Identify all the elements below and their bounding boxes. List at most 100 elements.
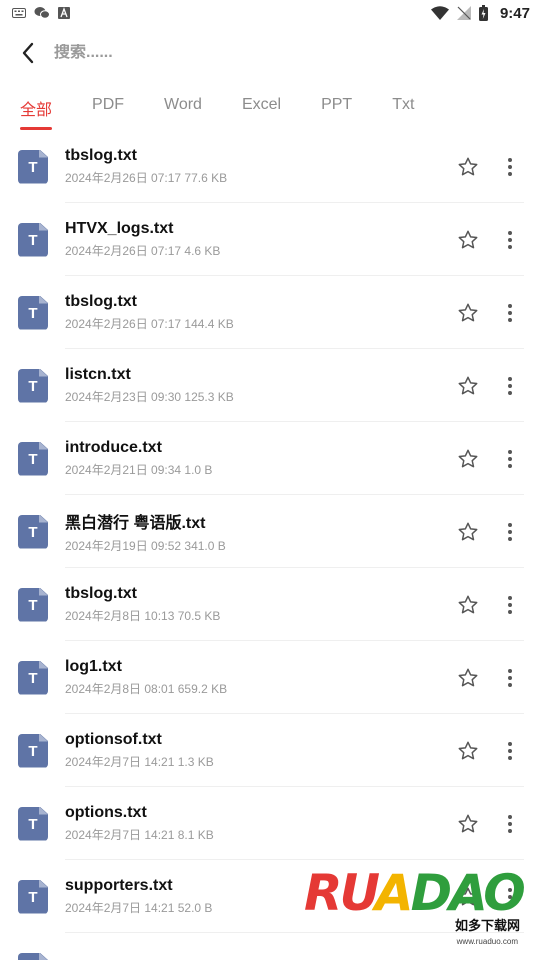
back-button[interactable]	[14, 39, 42, 67]
file-icon-letter: T	[28, 743, 38, 760]
favorite-button[interactable]	[448, 512, 488, 552]
file-icon-letter: T	[28, 378, 38, 395]
file-row[interactable]: Toptionsof.txt 2024年2月7日 14:21 1.3 KB	[0, 714, 540, 787]
favorite-button[interactable]	[448, 147, 488, 187]
more-vertical-icon	[508, 303, 512, 322]
watermark-brand: RUADAO	[304, 864, 526, 922]
file-row[interactable]: T HTVX_logs.txt 2024年2月26日 07:17 4.6 KB	[0, 203, 540, 276]
txt-file-icon: T	[18, 733, 48, 768]
txt-file-icon: T	[18, 879, 48, 914]
more-vertical-icon	[508, 668, 512, 687]
file-row[interactable]: Toptions.txt 2024年2月7日 14:21 8.1 KB	[0, 787, 540, 860]
tab-word[interactable]: Word	[164, 96, 202, 114]
more-options-button[interactable]	[496, 950, 524, 960]
file-row[interactable]: Tintroduce.txt 2024年2月21日 09:34 1.0 B	[0, 422, 540, 495]
status-bar: 9:47	[0, 0, 540, 26]
favorite-button[interactable]	[448, 220, 488, 260]
more-options-button[interactable]	[496, 220, 524, 260]
more-options-button[interactable]	[496, 731, 524, 771]
more-options-button[interactable]	[496, 804, 524, 844]
top-bar	[0, 26, 540, 80]
favorite-button[interactable]	[448, 439, 488, 479]
favorite-button[interactable]	[448, 585, 488, 625]
more-options-button[interactable]	[496, 366, 524, 406]
file-row[interactable]: Ttbslog.txt 2024年2月8日 10:13 70.5 KB	[0, 568, 540, 641]
file-meta: 2024年2月21日 09:34 1.0 B	[65, 463, 213, 477]
favorite-button[interactable]	[448, 293, 488, 333]
file-row[interactable]: Ttbslog.txt 2024年2月26日 07:17 77.6 KB	[0, 130, 540, 203]
favorite-button[interactable]	[448, 731, 488, 771]
watermark-url: www.ruaduo.com	[456, 937, 518, 946]
file-row[interactable]: Tlog1.txt 2024年2月8日 08:01 659.2 KB	[0, 641, 540, 714]
favorite-button[interactable]	[448, 950, 488, 960]
file-text: 黑白潜行 粤语版.txt 2024年2月19日 09:52 341.0 B	[65, 509, 448, 554]
star-icon	[458, 376, 478, 394]
txt-file-icon: T	[18, 149, 48, 184]
file-name: listcn.txt	[65, 366, 131, 383]
more-options-button[interactable]	[496, 439, 524, 479]
file-list: Ttbslog.txt 2024年2月26日 07:17 77.6 KB T HTVX…	[0, 130, 540, 960]
tab-txt[interactable]: Txt	[392, 96, 414, 114]
file-text: optionsof.txt 2024年2月7日 14:21 1.3 KB	[65, 731, 448, 770]
file-name: log1.txt	[65, 658, 122, 675]
file-meta: 2024年2月8日 08:01 659.2 KB	[65, 682, 228, 696]
back-arrow-icon	[22, 42, 34, 64]
wechat-icon	[34, 7, 50, 19]
file-row[interactable]: Tlistcn.txt 2024年2月23日 09:30 125.3 KB	[0, 349, 540, 422]
more-vertical-icon	[508, 230, 512, 249]
tab-all[interactable]: 全部	[20, 96, 53, 130]
txt-file-icon: T	[18, 222, 48, 257]
file-text: listcn.txt 2024年2月23日 09:30 125.3 KB	[65, 366, 448, 405]
more-options-button[interactable]	[496, 658, 524, 698]
file-name: optionsof.txt	[65, 731, 162, 748]
more-options-button[interactable]	[496, 293, 524, 333]
file-name: tbslog.txt	[65, 585, 137, 602]
txt-file-icon: T	[18, 295, 48, 330]
more-vertical-icon	[508, 157, 512, 176]
file-text: tbslog.txt 2024年2月8日 10:13 70.5 KB	[65, 585, 448, 624]
file-meta: 2024年2月26日 07:17 4.6 KB	[65, 244, 221, 258]
txt-file-icon: T	[18, 952, 48, 960]
file-text: tbslog.txt 2024年2月26日 07:17 144.4 KB	[65, 293, 448, 332]
file-icon-letter: T	[28, 524, 38, 541]
file-name: tbslog.txt	[65, 147, 137, 164]
status-right: 9:47	[430, 5, 530, 22]
favorite-button[interactable]	[448, 804, 488, 844]
star-icon	[458, 157, 478, 175]
file-name: tbslog.txt	[65, 293, 137, 310]
star-icon	[458, 741, 478, 759]
file-meta: 2024年2月19日 09:52 341.0 B	[65, 539, 226, 553]
file-icon-letter: T	[28, 597, 38, 614]
file-row[interactable]: T 黑白潜行 粤语版.txt 2024年2月19日 09:52 341.0 B	[0, 495, 540, 568]
star-icon	[458, 668, 478, 686]
more-vertical-icon	[508, 741, 512, 760]
more-options-button[interactable]	[496, 512, 524, 552]
star-icon	[458, 522, 478, 540]
file-text: HTVX_logs.txt 2024年2月26日 07:17 4.6 KB	[65, 220, 448, 259]
file-name: options.txt	[65, 804, 147, 821]
file-icon-letter: T	[28, 451, 38, 468]
favorite-button[interactable]	[448, 366, 488, 406]
keyboard-icon	[12, 8, 26, 18]
more-vertical-icon	[508, 376, 512, 395]
search-input[interactable]	[54, 44, 540, 62]
star-icon	[458, 449, 478, 467]
file-text: log1.txt 2024年2月8日 08:01 659.2 KB	[65, 658, 448, 697]
file-row[interactable]: Ttbslog.txt 2024年2月26日 07:17 144.4 KB	[0, 276, 540, 349]
txt-file-icon: T	[18, 514, 48, 549]
txt-file-icon: T	[18, 587, 48, 622]
file-name: 黑白潜行 粤语版.txt	[65, 515, 206, 532]
file-meta: 2024年2月26日 07:17 144.4 KB	[65, 317, 234, 331]
search-container	[54, 44, 540, 62]
file-meta: 2024年2月26日 07:17 77.6 KB	[65, 171, 228, 185]
more-options-button[interactable]	[496, 147, 524, 187]
watermark-logo: RUADAO 如多下载网 www.ruaduo.com	[304, 868, 530, 950]
more-options-button[interactable]	[496, 585, 524, 625]
file-meta: 2024年2月7日 14:21 1.3 KB	[65, 755, 214, 769]
file-icon-letter: T	[18, 953, 48, 960]
tab-pdf[interactable]: PDF	[92, 96, 124, 114]
tab-ppt[interactable]: PPT	[321, 96, 352, 114]
favorite-button[interactable]	[448, 658, 488, 698]
tab-excel[interactable]: Excel	[242, 96, 281, 114]
file-text: introduce.txt 2024年2月21日 09:34 1.0 B	[65, 439, 448, 478]
